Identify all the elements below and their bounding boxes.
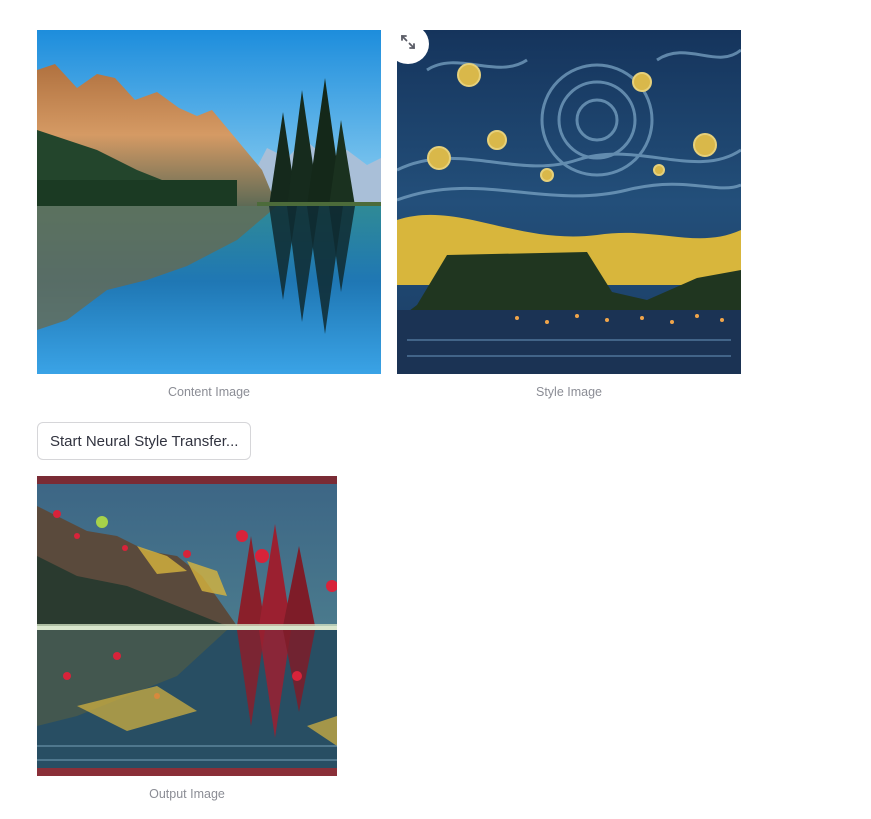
content-image-caption: Content Image [168, 385, 250, 399]
expand-arrows-icon [400, 34, 416, 55]
output-image [37, 476, 337, 776]
output-image-caption: Output Image [149, 787, 225, 801]
content-image-figure: Content Image [37, 30, 381, 399]
style-image-figure: Style Image [397, 30, 741, 399]
start-style-transfer-button[interactable]: Start Neural Style Transfer... [37, 422, 252, 460]
style-image [397, 30, 741, 374]
output-image-figure: Output Image [37, 476, 337, 801]
style-image-caption: Style Image [535, 385, 602, 399]
fullscreen-button[interactable] [387, 24, 429, 64]
content-image [37, 30, 381, 374]
